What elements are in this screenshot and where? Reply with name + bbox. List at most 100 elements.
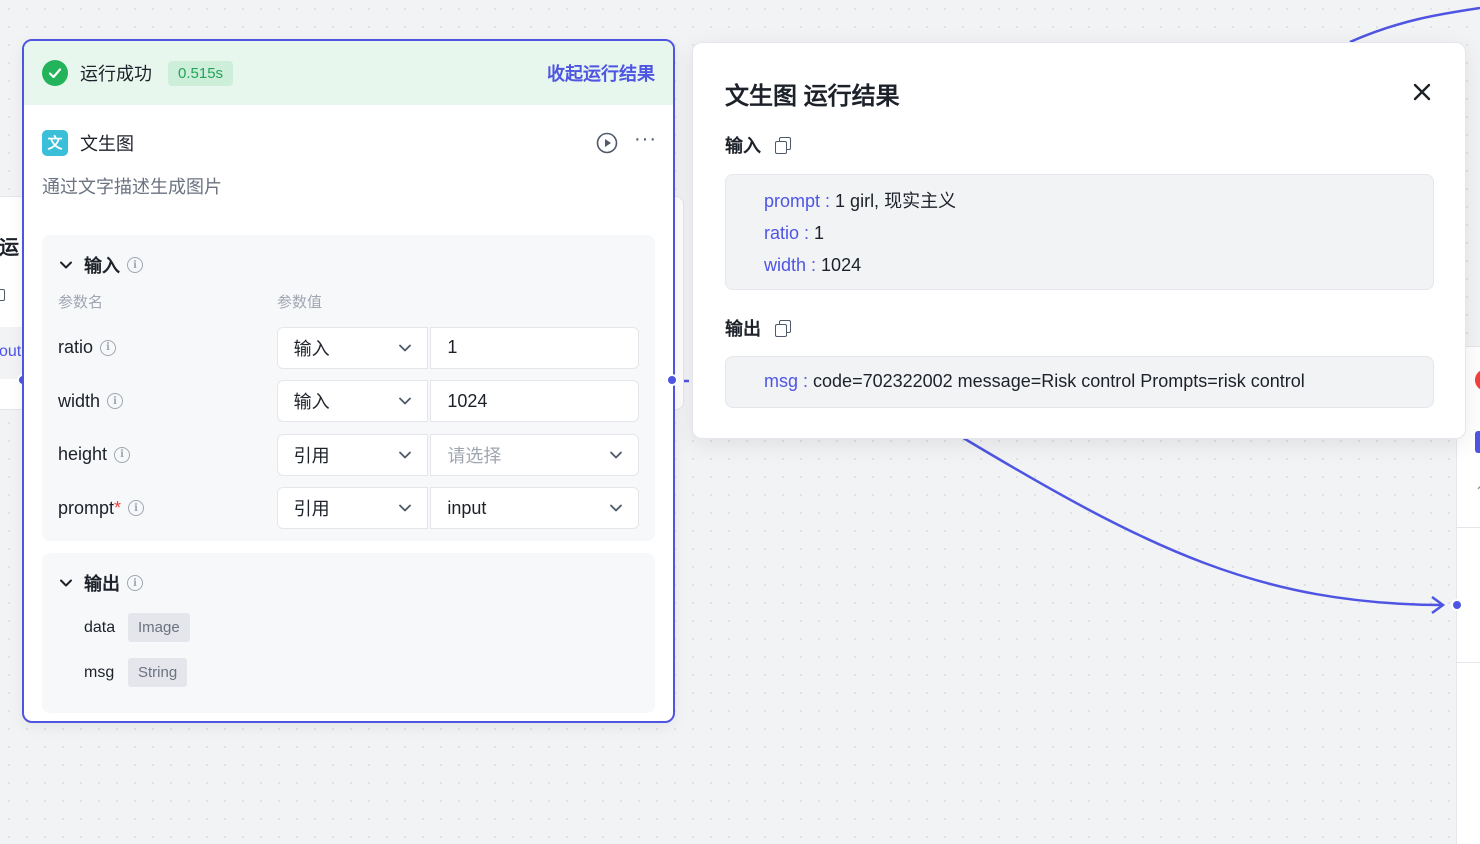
run-status-text: 运行成功 — [80, 64, 152, 84]
info-icon[interactable]: i — [100, 339, 117, 356]
text-to-image-icon: 文 — [42, 129, 68, 156]
output-row: msg String — [58, 650, 639, 695]
run-duration-badge: 0.515s — [168, 60, 234, 86]
chevron-down-icon[interactable] — [58, 575, 74, 591]
node-header: 文 文生图 ··· — [24, 105, 673, 161]
right-node-input-port[interactable] — [1451, 599, 1463, 611]
run-status-banner: 运行成功 0.515s 收起运行结果 — [24, 41, 673, 105]
output-section-header[interactable]: 输出 i — [58, 567, 639, 599]
value-type-label: 引用 — [293, 445, 330, 466]
value-type-select[interactable]: 引用 — [276, 433, 429, 476]
result-input-label-row: 输入 — [725, 132, 791, 158]
param-row-prompt: prompt * i 引用 input — [58, 482, 639, 536]
play-icon[interactable] — [596, 132, 618, 154]
param-row-width: width i 输入 1024 — [58, 375, 639, 429]
left-node-output-text: out — [0, 343, 22, 360]
info-icon[interactable]: i — [127, 575, 143, 591]
result-input-item: prompt : 1 girl, 现实主义 — [764, 185, 1395, 217]
param-name-label: width — [58, 390, 101, 411]
param-column-header: 参数名 参数值 — [58, 281, 639, 321]
success-check-icon — [42, 60, 68, 86]
chevron-down-icon — [610, 451, 622, 459]
output-section: 输出 i data Image msg String — [42, 553, 655, 713]
output-section-title: 输出 — [84, 574, 120, 594]
param-name-label: height — [58, 444, 108, 465]
text-to-image-node[interactable]: 运行成功 0.515s 收起运行结果 文 文生图 ··· 通过文字描述生成图片 … — [22, 39, 675, 723]
node-actions: ··· — [596, 129, 657, 154]
reference-select[interactable]: 请选择 — [430, 433, 639, 476]
param-name: width i — [58, 391, 277, 412]
info-icon[interactable]: i — [114, 446, 131, 463]
output-type-tag: Image — [128, 613, 190, 642]
chevron-down-icon — [399, 397, 412, 405]
copy-icon[interactable] — [775, 137, 791, 154]
edge-top-right — [1349, 6, 1480, 44]
copy-icon[interactable] — [0, 289, 5, 301]
result-key: prompt : — [764, 191, 831, 211]
param-name: ratio i — [58, 337, 277, 358]
node-type-icon — [1475, 431, 1480, 453]
chevron-down-icon — [399, 344, 412, 352]
output-name: msg — [84, 663, 115, 681]
result-input-item: width : 1024 — [764, 249, 1395, 281]
param-value-input[interactable]: 1 — [430, 326, 639, 369]
result-output-box: msg : code=702322002 message=Risk contro… — [725, 356, 1434, 408]
result-value: 1024 — [821, 255, 862, 275]
chevron-down-icon — [399, 451, 412, 459]
param-row-height: height i 引用 请选择 — [58, 428, 639, 482]
result-input-box: prompt : 1 girl, 现实主义 ratio : 1 width : … — [725, 174, 1434, 290]
left-node-title: 运 — [0, 237, 19, 259]
node-output-port[interactable] — [666, 374, 678, 386]
output-type-tag: String — [128, 658, 188, 687]
value-type-select[interactable]: 引用 — [276, 487, 429, 530]
close-icon[interactable] — [1409, 79, 1435, 105]
result-panel-title: 文生图 运行结果 — [725, 83, 900, 110]
error-status-icon — [1475, 369, 1480, 391]
result-value: 1 girl, 现实主义 — [835, 191, 957, 211]
input-section-header[interactable]: 输入 i — [58, 249, 639, 281]
reference-placeholder: 请选择 — [447, 445, 502, 466]
more-options-icon[interactable]: ··· — [634, 129, 657, 152]
output-row: data Image — [58, 605, 639, 650]
reference-select[interactable]: input — [430, 487, 639, 530]
edge-to-right-node — [959, 434, 1443, 607]
param-value-text: 1024 — [447, 390, 488, 411]
result-key: msg : — [764, 371, 809, 391]
result-output-item: msg : code=702322002 message=Risk contro… — [764, 365, 1395, 397]
chevron-down-icon — [610, 504, 622, 512]
info-icon[interactable]: i — [127, 257, 143, 273]
value-type-select[interactable]: 输入 — [276, 326, 429, 369]
col-param-name: 参数名 — [58, 293, 104, 311]
right-node-section — [1457, 527, 1480, 663]
result-key: ratio : — [764, 223, 810, 243]
output-name: data — [84, 618, 116, 636]
result-key: width : — [764, 255, 817, 275]
required-mark: * — [114, 497, 122, 518]
copy-icon[interactable] — [775, 320, 791, 337]
result-input-label: 输入 — [725, 136, 761, 156]
result-output-label-row: 输出 — [725, 315, 791, 341]
result-value: 1 — [814, 223, 825, 243]
param-name: height i — [58, 444, 277, 465]
result-output-label: 输出 — [725, 319, 761, 339]
param-name-label: ratio — [58, 337, 94, 358]
info-icon[interactable]: i — [107, 393, 124, 410]
run-result-panel: 文生图 运行结果 输入 prompt : 1 girl, 现实主义 ratio … — [692, 42, 1466, 439]
param-row-ratio: ratio i 输入 1 — [58, 321, 639, 375]
value-type-label: 引用 — [293, 499, 330, 520]
input-section-title: 输入 — [84, 256, 120, 276]
info-icon[interactable]: i — [128, 500, 145, 517]
value-type-label: 输入 — [293, 338, 330, 359]
param-value-text: 1 — [447, 337, 458, 358]
chevron-down-icon[interactable] — [58, 257, 74, 273]
param-value-input[interactable]: 1024 — [430, 380, 639, 423]
col-param-value: 参数值 — [277, 293, 323, 311]
value-type-select[interactable]: 输入 — [276, 380, 429, 423]
param-name: prompt * i — [58, 498, 277, 519]
value-type-label: 输入 — [293, 392, 330, 413]
input-section: 输入 i 参数名 参数值 ratio i 输入 1 width i 输入 102… — [42, 235, 655, 541]
result-value: code=702322002 message=Risk control Prom… — [813, 371, 1305, 391]
chevron-down-icon — [399, 504, 412, 512]
reference-value: input — [447, 497, 487, 518]
collapse-result-button[interactable]: 收起运行结果 — [547, 60, 655, 86]
